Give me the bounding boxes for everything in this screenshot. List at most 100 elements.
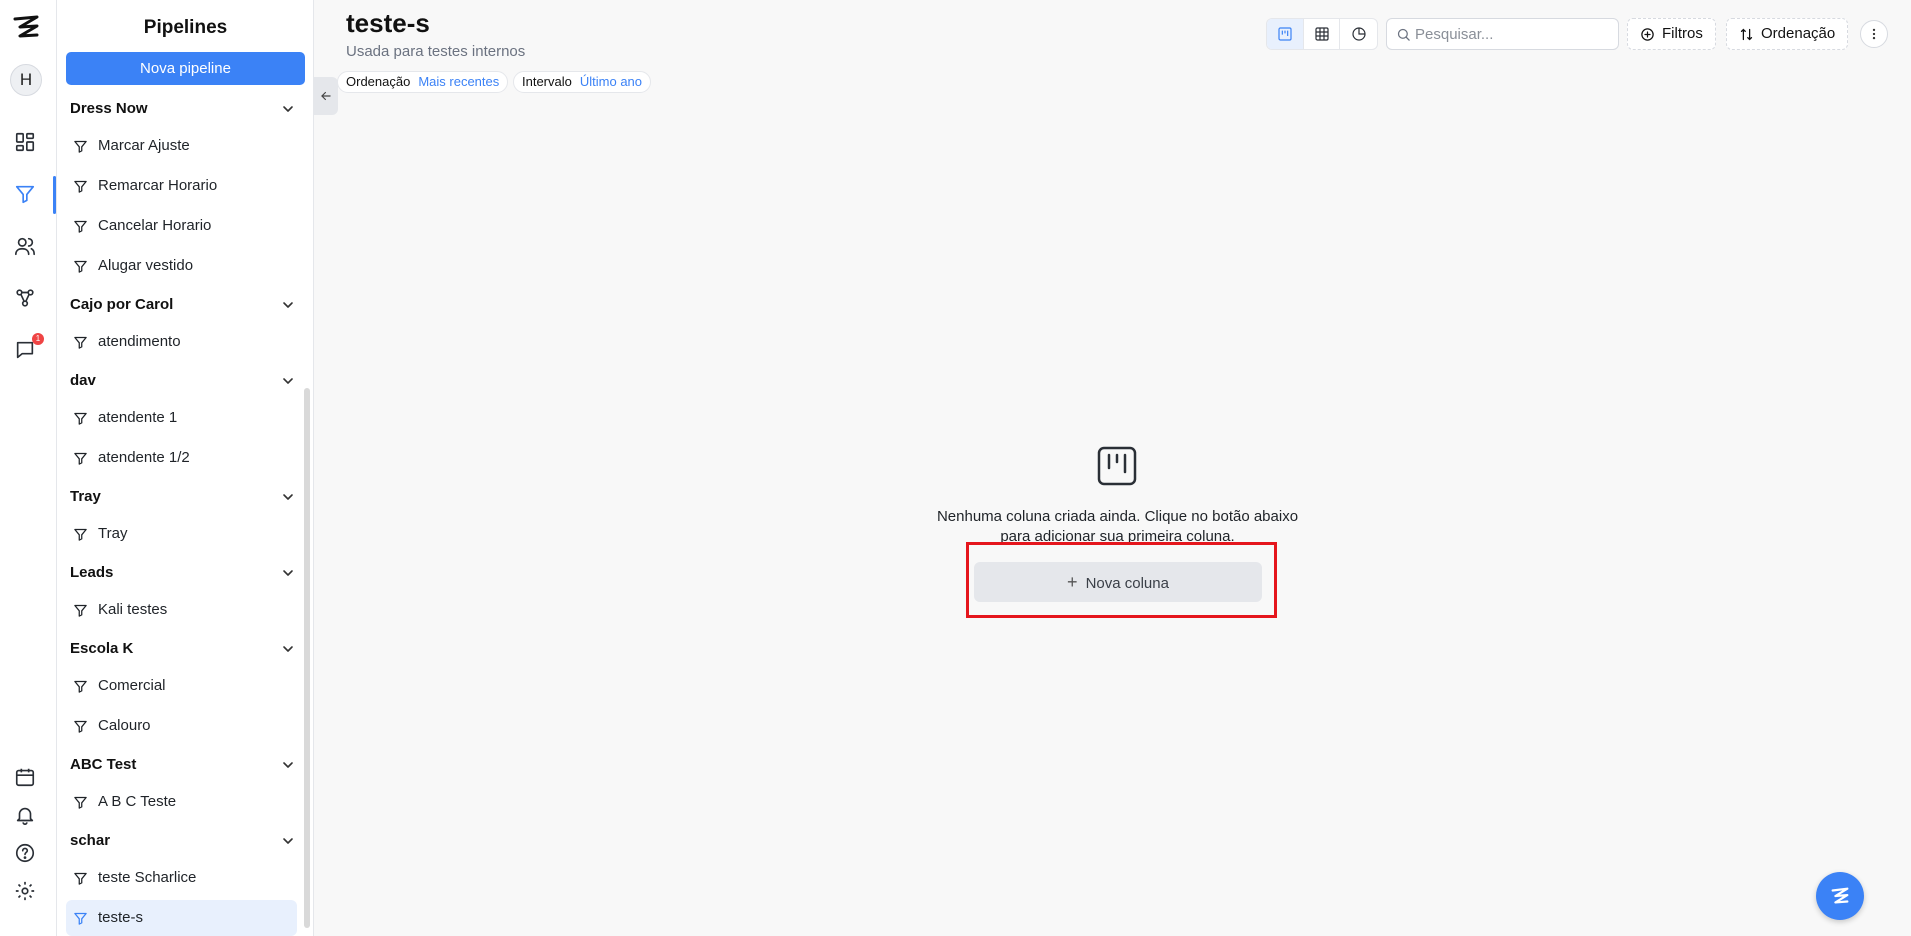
pipelines-funnel-icon[interactable]: [14, 183, 38, 207]
funnel-icon: [74, 260, 87, 273]
pipeline-item-label: atendente 1: [98, 409, 178, 426]
page-title: teste-s: [346, 8, 430, 38]
sort-chip-value: Mais recentes: [418, 74, 500, 89]
pipeline-group[interactable]: schar: [70, 829, 300, 853]
more-options-button[interactable]: [1860, 20, 1888, 48]
active-indicator: [53, 176, 56, 214]
pipeline-group[interactable]: Leads: [70, 561, 300, 585]
pipeline-item-label: Alugar vestido: [98, 257, 194, 274]
avatar[interactable]: H: [10, 64, 42, 96]
plus-circle-icon: [1641, 28, 1654, 41]
chat-support-button[interactable]: [1816, 872, 1864, 920]
pipeline-item[interactable]: teste-s: [66, 900, 297, 936]
new-column-label: Nova coluna: [1085, 575, 1169, 592]
pipeline-item-label: teste-s: [98, 909, 144, 926]
pipeline-item[interactable]: teste Scharlice: [66, 860, 297, 896]
contacts-users-icon[interactable]: [14, 235, 38, 259]
pipeline-item[interactable]: Alugar vestido: [66, 248, 297, 284]
pipeline-item[interactable]: atendente 1/2: [66, 440, 297, 476]
pipeline-group-label: ABC Test: [70, 756, 137, 773]
new-pipeline-button[interactable]: Nova pipeline: [66, 52, 305, 85]
table-view-button[interactable]: [1304, 19, 1341, 49]
search-box: [1386, 18, 1619, 50]
pipeline-group-label: Dress Now: [70, 100, 148, 117]
pipeline-item-label: Marcar Ajuste: [98, 137, 190, 154]
help-icon[interactable]: [14, 842, 38, 866]
pipeline-item[interactable]: Remarcar Horario: [66, 168, 297, 204]
funnel-icon: [74, 680, 87, 693]
notification-badge: 1: [32, 333, 44, 345]
funnel-icon: [74, 604, 87, 617]
pipeline-item-label: A B C Teste: [98, 793, 177, 810]
funnel-icon: [74, 720, 87, 733]
pipelines-sidebar: Pipelines Nova pipeline Dress Now Marcar …: [57, 0, 314, 936]
pipeline-group[interactable]: Escola K: [70, 637, 300, 661]
sidebar-scrollbar[interactable]: [304, 388, 310, 928]
pipeline-item[interactable]: Comercial: [66, 668, 297, 704]
pipeline-item[interactable]: atendimento: [66, 324, 297, 360]
integrations-workflow-icon[interactable]: [14, 287, 38, 311]
brand-chat-icon: [1831, 887, 1849, 904]
chevron-down-icon: [283, 302, 293, 308]
view-toggle: [1266, 18, 1378, 50]
chart-view-button[interactable]: [1340, 19, 1377, 49]
search-icon: [1397, 28, 1410, 41]
new-column-button[interactable]: + Nova coluna: [974, 562, 1262, 602]
funnel-icon: [74, 336, 87, 349]
pipeline-item[interactable]: A B C Teste: [66, 784, 297, 820]
pipeline-item[interactable]: atendente 1: [66, 400, 297, 436]
more-vertical-icon: [1872, 28, 1876, 40]
funnel-icon: [74, 912, 87, 925]
sidebar-title: Pipelines: [143, 17, 228, 38]
calendar-icon[interactable]: [14, 766, 38, 790]
arrow-left-icon: [321, 91, 331, 101]
pipeline-item[interactable]: Calouro: [66, 708, 297, 744]
pipeline-group[interactable]: ABC Test: [70, 753, 300, 777]
bell-icon[interactable]: [14, 804, 38, 828]
dashboard-icon[interactable]: [14, 131, 38, 155]
chevron-down-icon: [283, 838, 293, 844]
pie-chart-icon: [1352, 27, 1366, 41]
app-logo-icon[interactable]: [12, 14, 40, 42]
pipeline-item-label: Remarcar Horario: [98, 177, 218, 194]
table-icon: [1314, 27, 1329, 41]
pipeline-group[interactable]: Cajo por Carol: [70, 293, 300, 317]
chevron-down-icon: [283, 570, 293, 576]
icon-rail: H 1: [0, 0, 57, 936]
interval-chip[interactable]: Intervalo Último ano: [513, 71, 652, 93]
settings-gear-icon[interactable]: [14, 880, 38, 904]
pipeline-group[interactable]: dav: [70, 369, 300, 393]
filters-button-label: Filtros: [1662, 25, 1703, 42]
kanban-view-button[interactable]: [1267, 19, 1304, 49]
sort-arrows-icon: [1740, 28, 1753, 41]
chevron-down-icon: [283, 378, 293, 384]
pipeline-item-label: Comercial: [98, 677, 166, 694]
pipeline-item[interactable]: Tray: [66, 516, 297, 552]
pipeline-item-label: Calouro: [98, 717, 151, 734]
sort-button-label: Ordenação: [1761, 25, 1836, 42]
search-input[interactable]: [1415, 20, 1615, 48]
collapse-sidebar-button[interactable]: [314, 77, 338, 115]
funnel-icon: [74, 220, 87, 233]
pipeline-item-label: Tray: [98, 525, 128, 542]
pipeline-item[interactable]: Kali testes: [66, 592, 297, 628]
chevron-down-icon: [283, 494, 293, 500]
sort-chip[interactable]: Ordenação Mais recentes: [337, 71, 509, 93]
funnel-icon: [74, 412, 87, 425]
sort-button[interactable]: Ordenação: [1726, 18, 1849, 50]
pipeline-item[interactable]: Marcar Ajuste: [66, 128, 297, 164]
interval-chip-label: Intervalo: [522, 74, 572, 89]
funnel-icon: [74, 528, 87, 541]
filters-button[interactable]: Filtros: [1627, 18, 1716, 50]
pipeline-group-label: Cajo por Carol: [70, 296, 174, 313]
pipeline-group[interactable]: Tray: [70, 485, 300, 509]
pipeline-group[interactable]: Dress Now: [70, 97, 300, 121]
chevron-down-icon: [283, 106, 293, 112]
pipeline-item-label: teste Scharlice: [98, 869, 197, 886]
empty-state-message: Nenhuma coluna criada ainda. Clique no b…: [936, 508, 1299, 545]
pipeline-item-label: Kali testes: [98, 601, 168, 618]
pipeline-item-label: Cancelar Horario: [98, 217, 212, 234]
chevron-down-icon: [283, 762, 293, 768]
plus-icon: +: [1067, 572, 1078, 592]
pipeline-item[interactable]: Cancelar Horario: [66, 208, 297, 244]
